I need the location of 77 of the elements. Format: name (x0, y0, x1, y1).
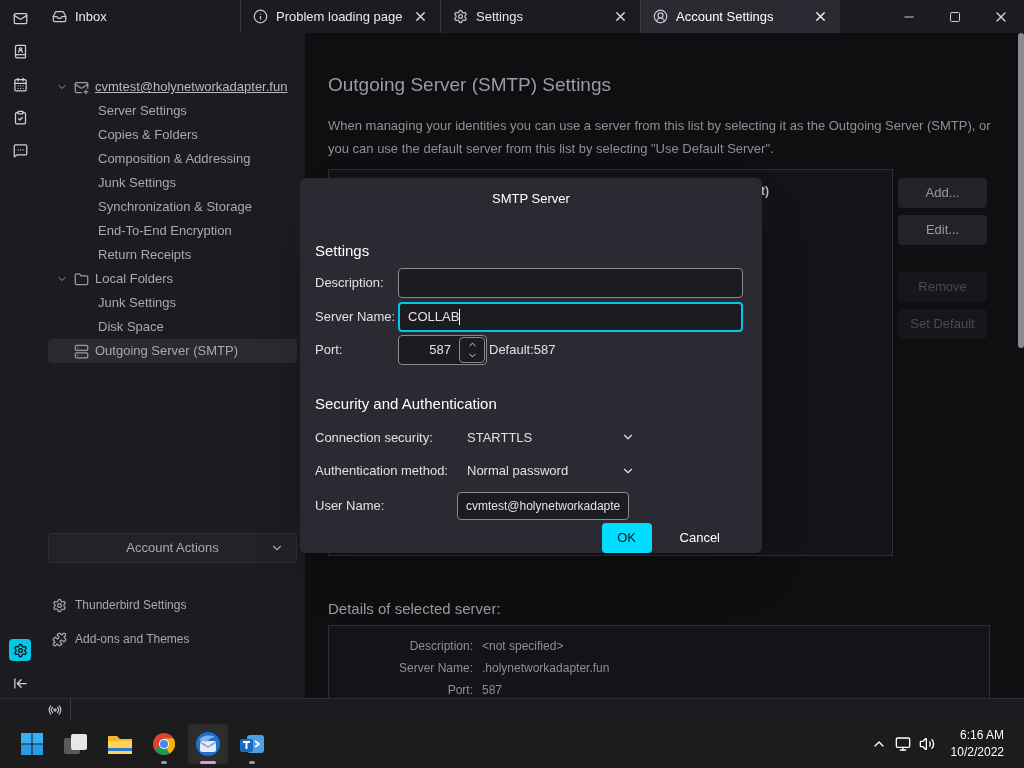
maximize-icon[interactable] (949, 10, 961, 23)
settings-icon[interactable] (9, 639, 31, 661)
volume-icon[interactable] (918, 736, 935, 752)
network-icon[interactable] (894, 736, 911, 752)
tree-item[interactable]: Outgoing Server (SMTP) (48, 339, 297, 363)
running-indicator (200, 761, 216, 764)
detail-value: <not specified> (482, 637, 564, 654)
tree-item[interactable]: Return Receipts (48, 243, 297, 267)
tree-item[interactable]: Disk Space (48, 315, 297, 339)
port-hint: Default:587 (489, 341, 556, 360)
tree-item[interactable]: Junk Settings (48, 291, 297, 315)
task-view-icon[interactable] (63, 733, 89, 755)
detail-label: Port: (446, 681, 473, 698)
tree-item[interactable]: Local Folders (48, 267, 297, 291)
list-action-button[interactable]: Add... (898, 178, 987, 208)
sidebar-link[interactable]: Add-ons and Themes (48, 630, 297, 648)
spinner-control[interactable] (459, 337, 485, 363)
close-tab-icon[interactable] (813, 9, 828, 24)
field-label: Authentication method: (315, 462, 449, 481)
page-title: Outgoing Server (SMTP) Settings (328, 73, 612, 97)
tree-item[interactable]: Server Settings (48, 99, 297, 123)
tree-item[interactable]: Junk Settings (48, 171, 297, 195)
account-actions-button[interactable]: Account Actions (48, 533, 297, 563)
detail-value: 587 (482, 681, 503, 698)
section-heading: Settings (315, 240, 371, 261)
dropdown[interactable]: Normal password (467, 461, 635, 481)
close-tab-icon[interactable] (413, 9, 428, 24)
field-label: Server Name: (315, 308, 397, 327)
tab[interactable]: Inbox (40, 0, 240, 33)
dialog-title: SMTP Server (491, 190, 571, 208)
teams-icon[interactable] (239, 732, 265, 756)
server-icon (74, 343, 89, 359)
detail-label: Server Name: (397, 659, 473, 676)
field-label: Description: (315, 274, 385, 293)
browser-icon[interactable] (152, 732, 176, 756)
list-action-button[interactable]: Edit... (898, 215, 987, 245)
settings-icon (52, 597, 67, 613)
tree-item[interactable]: Composition & Addressing (48, 147, 297, 171)
puzzle-icon (52, 631, 67, 647)
account-icon (653, 9, 668, 24)
server-name-field[interactable]: COLLAB (398, 302, 743, 332)
text-cursor (459, 309, 461, 325)
info-icon (253, 9, 268, 24)
field-label: Port: (315, 341, 344, 360)
mail-account-icon (74, 79, 89, 95)
tree-item[interactable]: Copies & Folders (48, 123, 297, 147)
detail-label: Description: (408, 637, 473, 654)
running-indicator (161, 761, 167, 764)
page-description: When managing your identities you can use a server from this list by selecting it as the Outgoing Server (SMTP), or you can use the default server from this list by selecting "Use Default Server". (328, 117, 992, 158)
description-field[interactable] (398, 268, 743, 298)
inbox-icon (52, 9, 67, 24)
details-title: Details of selected server: (328, 599, 502, 619)
field-label: Connection security: (315, 428, 434, 447)
running-indicator (249, 761, 255, 764)
folder-icon (74, 271, 89, 287)
clock-date[interactable]: 10/2/2022 (950, 744, 1004, 761)
dropdown[interactable]: STARTTLS (467, 427, 635, 448)
mail-bird-icon[interactable] (195, 731, 221, 757)
sidebar-link[interactable]: Thunderbird Settings (48, 596, 297, 614)
field-label: User Name: (315, 497, 386, 516)
tree-item[interactable]: cvmtest@holynetworkadapter.fun (48, 75, 297, 99)
clock-time[interactable]: 6:16 AM (959, 727, 1004, 744)
user-name-field[interactable]: cvmtest@holynetworkadapte (457, 492, 630, 520)
dialog-button[interactable]: Cancel (667, 523, 732, 553)
detail-value: .holynetworkadapter.fun (482, 659, 610, 676)
online-status-icon[interactable] (48, 702, 62, 717)
settings-icon (453, 9, 468, 24)
section-heading: Security and Authentication (315, 394, 498, 414)
close-tab-icon[interactable] (613, 9, 628, 24)
dialog-button[interactable]: OK (601, 523, 652, 553)
tree-item[interactable]: Synchronization & Storage (48, 195, 297, 219)
tab[interactable]: Account Settings (640, 0, 840, 33)
column-header: t) (761, 184, 769, 198)
port-field[interactable]: 587 (398, 335, 487, 365)
tree-item[interactable]: End-To-End Encryption (48, 219, 297, 243)
folder-app-icon[interactable] (107, 733, 133, 755)
windows-logo-icon[interactable] (20, 732, 44, 756)
